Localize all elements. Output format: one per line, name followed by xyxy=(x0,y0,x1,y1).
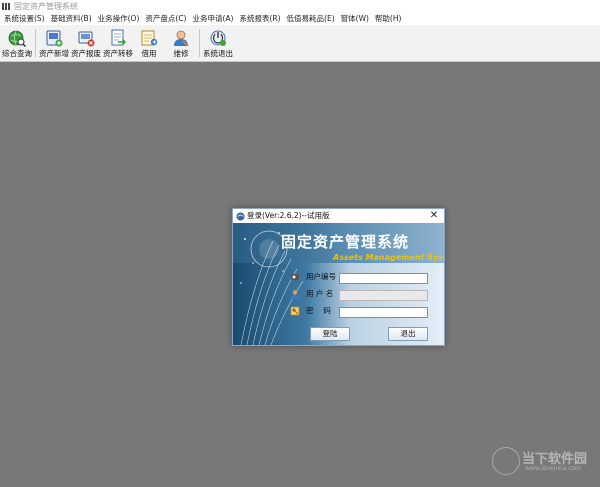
toolbar-label: 资产新增 xyxy=(39,49,69,58)
login-dialog-body: 固定资产管理系统 Assets Management System 用户编号 用… xyxy=(233,223,444,345)
borrow-icon xyxy=(141,30,158,46)
toolbar-button-asset-scrap[interactable]: 资产报废 xyxy=(69,27,103,59)
menu-asset-inventory[interactable]: 资产盘点(C) xyxy=(141,13,188,25)
asset-transfer-icon xyxy=(111,29,126,46)
username-label: 用 户 名 xyxy=(306,289,334,298)
toolbar-label: 借用 xyxy=(141,49,157,58)
key-icon xyxy=(290,306,300,316)
watermark-url: www.downxia.com xyxy=(525,465,581,472)
banner-subtitle: Assets Management System xyxy=(333,253,444,262)
toolbar-label: 维修 xyxy=(173,49,189,58)
menu-consumables[interactable]: 低值易耗品(E) xyxy=(283,13,337,25)
menu-basic-data[interactable]: 基础资料(B) xyxy=(47,13,94,25)
toolbar-button-borrow[interactable]: 借用 xyxy=(133,27,165,59)
toolbar-button-exit[interactable]: 系统退出 xyxy=(201,27,235,59)
menu-window[interactable]: 窗体(W) xyxy=(337,13,371,25)
window-title: 固定资产管理系统 xyxy=(14,2,78,11)
login-dialog-titlebar[interactable]: 登录(Ver:2.6.2)--试用版 ✕ xyxy=(233,209,444,223)
app-icon xyxy=(2,3,11,10)
toolbar-label: 系统退出 xyxy=(203,49,233,58)
menu-business-request[interactable]: 业务申请(A) xyxy=(188,13,235,25)
toolbar-label: 资产报废 xyxy=(71,49,101,58)
toolbar-separator xyxy=(199,29,200,57)
toolbar-button-query[interactable]: 综合查询 xyxy=(0,27,34,59)
close-icon[interactable]: ✕ xyxy=(428,209,440,222)
password-input[interactable] xyxy=(339,307,428,318)
asset-add-icon xyxy=(46,30,63,47)
asset-scrap-icon xyxy=(78,31,95,47)
toolbar-button-asset-transfer[interactable]: 资产转移 xyxy=(101,27,135,59)
banner-title: 固定资产管理系统 xyxy=(281,233,410,251)
menu-system-reports[interactable]: 系统报表(R) xyxy=(235,13,282,25)
user-id-icon xyxy=(291,274,299,280)
login-dialog: 登录(Ver:2.6.2)--试用版 ✕ 固定资产管理系统 Assets Man… xyxy=(232,208,445,346)
toolbar-label: 资产转移 xyxy=(103,49,133,58)
username-field[interactable] xyxy=(339,290,428,301)
menu-business-ops[interactable]: 业务操作(O) xyxy=(94,13,142,25)
login-button[interactable]: 登陆 xyxy=(310,327,350,341)
login-dialog-title: 登录(Ver:2.6.2)--试用版 xyxy=(247,211,330,220)
toolbar-label: 综合查询 xyxy=(2,49,32,58)
toolbar: 综合查询 资产新增 资产报废 资产转移 借用 维修 系统退出 xyxy=(0,25,600,62)
menu-bar: 系统设置(S) 基础资料(B) 业务操作(O) 资产盘点(C) 业务申请(A) … xyxy=(0,13,600,25)
user-icon xyxy=(291,290,299,299)
exit-button[interactable]: 退出 xyxy=(388,327,428,341)
watermark: 当下软件园 www.downxia.com xyxy=(492,447,588,475)
search-globe-icon xyxy=(8,30,26,47)
exit-icon xyxy=(210,30,226,46)
watermark-logo-icon xyxy=(492,447,520,475)
repair-icon xyxy=(174,30,189,47)
user-id-label: 用户编号 xyxy=(306,272,336,281)
window-titlebar: 固定资产管理系统 xyxy=(0,0,600,13)
toolbar-button-asset-add[interactable]: 资产新增 xyxy=(37,27,71,59)
menu-help[interactable]: 帮助(H) xyxy=(371,13,404,25)
user-id-input[interactable] xyxy=(339,273,428,284)
toolbar-button-repair[interactable]: 维修 xyxy=(165,27,197,59)
password-label: 密 码 xyxy=(306,306,331,315)
toolbar-separator xyxy=(35,29,36,57)
menu-system-settings[interactable]: 系统设置(S) xyxy=(0,13,47,25)
app-logo-icon xyxy=(236,212,245,221)
